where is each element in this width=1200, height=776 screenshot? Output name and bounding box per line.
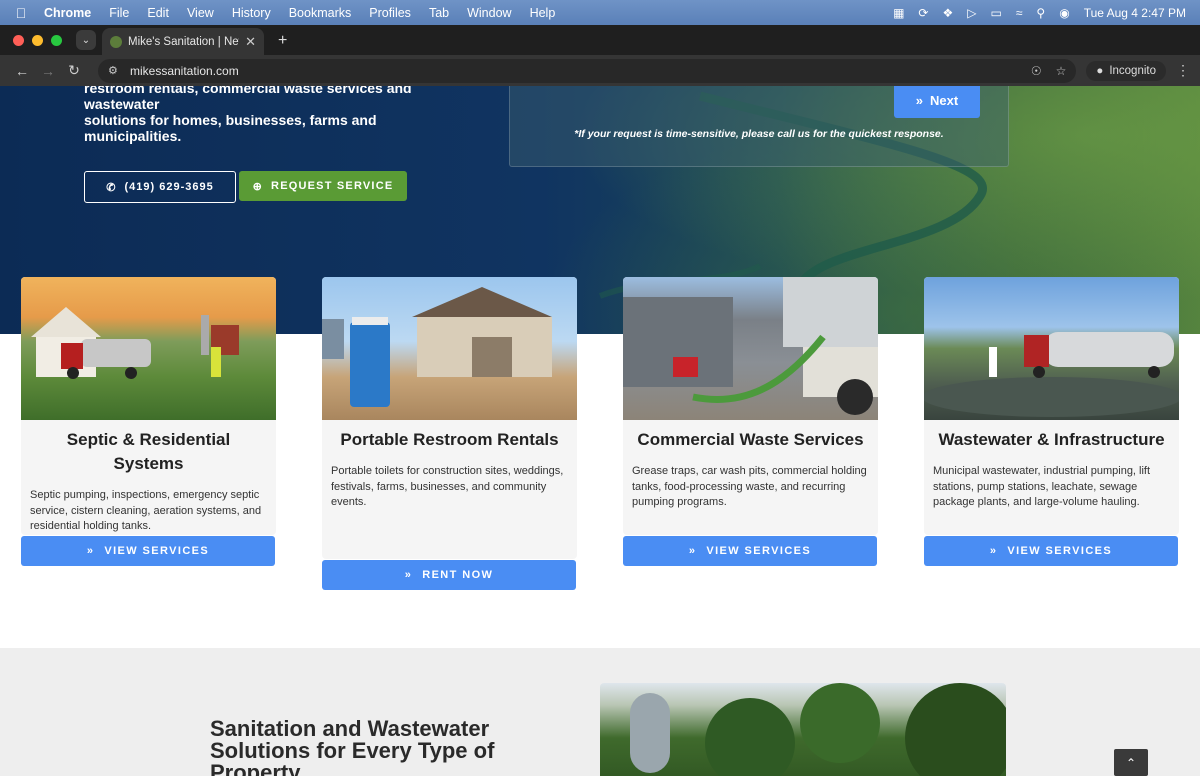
sync-icon[interactable]: ⟳ xyxy=(918,6,928,20)
dropbox-icon[interactable]: ❖ xyxy=(942,6,953,20)
card-description: Grease traps, car wash pits, commercial … xyxy=(632,465,867,508)
double-chevron-icon: » xyxy=(688,545,697,557)
button-label: VIEW SERVICES xyxy=(706,545,812,557)
apple-icon[interactable]:  xyxy=(14,5,28,21)
chevron-up-icon: ⌃ xyxy=(1125,755,1137,770)
minimize-window-button[interactable] xyxy=(32,35,43,46)
hero-text-line-2: solutions for homes, businesses, farms a… xyxy=(84,112,377,144)
menubar-clock[interactable]: Tue Aug 4 2:47 PM xyxy=(1084,6,1186,20)
hero-text-line-1: restroom rentals, commercial waste servi… xyxy=(84,86,412,112)
service-card-commercial: Commercial Waste Services Grease traps, … xyxy=(623,277,878,566)
menu-chrome[interactable]: Chrome xyxy=(44,6,91,20)
plus-circle-icon: ⊕ xyxy=(252,180,264,193)
status-area: ▦ ⟳ ❖ ▷ ▭ ≈ ⚲ ◉ Tue Aug 4 2:47 PM xyxy=(893,6,1186,20)
address-bar[interactable]: ⚙ mikessanitation.com ☉ ☆ xyxy=(98,58,1077,83)
service-card-restroom: Portable Restroom Rentals Portable toile… xyxy=(322,277,577,590)
next-button[interactable]: » Next xyxy=(894,86,980,118)
battery-icon[interactable]: ▭ xyxy=(990,6,1001,20)
control-center-icon[interactable]: ◉ xyxy=(1059,6,1069,20)
new-tab-icon[interactable]: + xyxy=(278,32,287,50)
card-title: Septic & Residential Systems xyxy=(66,430,231,473)
phone-number: (419) 629-3695 xyxy=(124,181,214,193)
card-description: Municipal wastewater, industrial pumping… xyxy=(933,465,1151,508)
favicon-icon xyxy=(110,35,122,48)
portable-toilet-image xyxy=(322,277,577,420)
bookmark-star-icon[interactable]: ☆ xyxy=(1056,64,1067,78)
menu-edit[interactable]: Edit xyxy=(147,6,169,20)
browser-tab[interactable]: Mike's Sanitation | New Brem ✕ xyxy=(102,28,264,55)
restroom-scene-graphic xyxy=(322,287,552,407)
view-services-button-septic[interactable]: » VIEW SERVICES xyxy=(21,536,275,566)
rent-now-button[interactable]: » RENT NOW xyxy=(322,560,576,590)
card-title: Commercial Waste Services xyxy=(637,430,864,449)
call-phone-button[interactable]: ✆ (419) 629-3695 xyxy=(84,171,236,203)
next-label: Next xyxy=(930,92,959,108)
button-label: VIEW SERVICES xyxy=(104,545,210,557)
septic-scene-graphic xyxy=(31,307,239,379)
solutions-section: Sanitation and Wastewater Solutions for … xyxy=(0,648,1200,776)
commercial-scene-graphic xyxy=(623,277,878,415)
zoom-window-button[interactable] xyxy=(51,35,62,46)
service-card-septic: Septic & Residential Systems Septic pump… xyxy=(21,277,276,566)
url-text[interactable]: mikessanitation.com xyxy=(130,64,239,78)
web-page: restroom rentals, commercial waste servi… xyxy=(0,86,1200,776)
tab-title: Mike's Sanitation | New Brem xyxy=(128,35,239,48)
solutions-heading: Sanitation and Wastewater Solutions for … xyxy=(210,716,495,776)
menu-help[interactable]: Help xyxy=(530,6,556,20)
menu-tab[interactable]: Tab xyxy=(429,6,449,20)
reload-icon[interactable]: ↻ xyxy=(62,62,86,79)
card-description: Portable toilets for construction sites,… xyxy=(331,465,564,508)
browser-toolbar: ← → ↻ ⚙ mikessanitation.com ☉ ☆ ● Incogn… xyxy=(0,55,1200,86)
forward-arrow-icon[interactable]: → xyxy=(36,63,60,79)
menu-view[interactable]: View xyxy=(187,6,214,20)
grid-icon[interactable]: ▦ xyxy=(893,6,904,20)
wastewater-scene-graphic xyxy=(924,332,1179,417)
view-services-button-commercial[interactable]: » VIEW SERVICES xyxy=(623,536,877,566)
menu-profiles[interactable]: Profiles xyxy=(369,6,411,20)
request-service-label: REQUEST SERVICE xyxy=(271,180,394,192)
tab-search-chevron-icon[interactable]: ⌄ xyxy=(76,30,96,50)
eye-off-icon[interactable]: ☉ xyxy=(1031,64,1042,78)
scroll-to-top-button[interactable]: ⌃ xyxy=(1114,749,1148,776)
close-tab-icon[interactable]: ✕ xyxy=(245,34,256,50)
double-chevron-icon: » xyxy=(86,545,95,557)
search-icon[interactable]: ⚲ xyxy=(1036,6,1045,20)
solutions-image xyxy=(600,683,1006,776)
button-label: VIEW SERVICES xyxy=(1007,545,1113,557)
request-service-button[interactable]: ⊕ REQUEST SERVICE xyxy=(239,171,407,201)
incognito-indicator[interactable]: ● Incognito xyxy=(1086,60,1166,81)
wifi-icon[interactable]: ≈ xyxy=(1016,6,1023,20)
septic-truck-image xyxy=(21,277,276,420)
time-sensitive-note: *If your request is time-sensitive, plea… xyxy=(574,128,944,140)
card-description: Septic pumping, inspections, emergency s… xyxy=(30,489,262,532)
incognito-label: Incognito xyxy=(1109,64,1156,77)
button-label: RENT NOW xyxy=(422,569,494,581)
incognito-icon: ● xyxy=(1096,64,1104,77)
phone-icon: ✆ xyxy=(106,181,117,194)
back-arrow-icon[interactable]: ← xyxy=(10,63,34,79)
chrome-menu-icon[interactable]: ⋮ xyxy=(1176,62,1190,79)
close-window-button[interactable] xyxy=(13,35,24,46)
menu-bookmarks[interactable]: Bookmarks xyxy=(289,6,352,20)
view-services-button-wastewater[interactable]: » VIEW SERVICES xyxy=(924,536,1178,566)
menu-history[interactable]: History xyxy=(232,6,271,20)
double-chevron-icon: » xyxy=(989,545,998,557)
commercial-pumping-image xyxy=(623,277,878,420)
double-chevron-icon: » xyxy=(404,569,413,581)
menu-file[interactable]: File xyxy=(109,6,129,20)
service-card-wastewater: Wastewater & Infrastructure Municipal wa… xyxy=(924,277,1179,566)
wastewater-plant-image xyxy=(924,277,1179,420)
trees-graphic xyxy=(630,683,1006,776)
double-chevron-icon: » xyxy=(915,92,924,108)
window-controls xyxy=(0,35,62,55)
card-title: Wastewater & Infrastructure xyxy=(938,430,1165,449)
menu-window[interactable]: Window xyxy=(467,6,511,20)
card-title: Portable Restroom Rentals xyxy=(340,430,559,449)
site-settings-icon[interactable]: ⚙ xyxy=(108,64,122,77)
hero-description: restroom rentals, commercial waste servi… xyxy=(84,86,474,144)
chrome-tab-strip: ⌄ Mike's Sanitation | New Brem ✕ + xyxy=(0,25,1200,55)
macos-menu-bar:  Chrome File Edit View History Bookmark… xyxy=(0,0,1200,25)
play-icon[interactable]: ▷ xyxy=(967,6,976,20)
